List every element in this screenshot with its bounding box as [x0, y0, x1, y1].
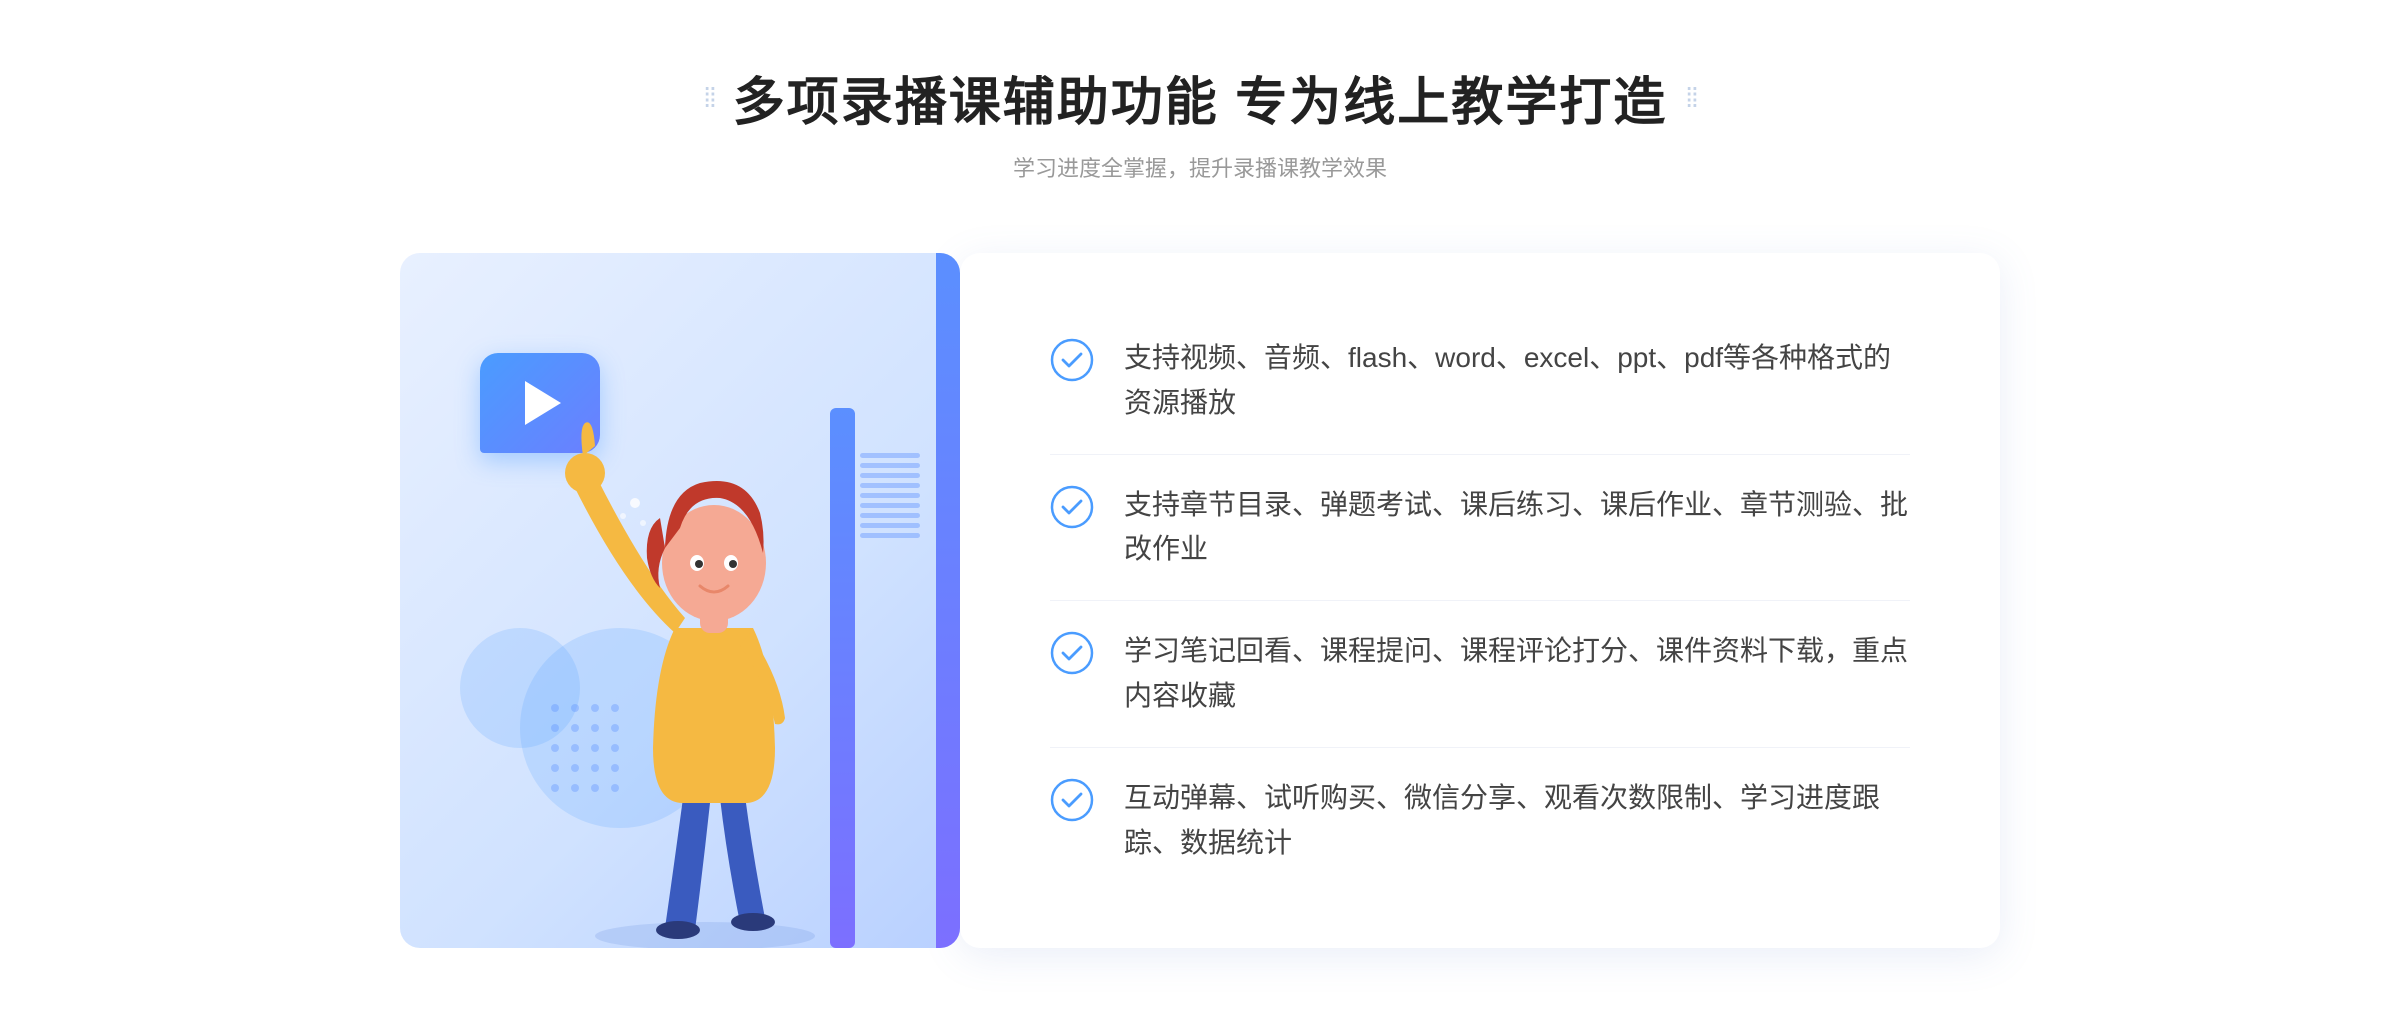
feature-item-1: 支持视频、音频、flash、word、excel、ppt、pdf等各种格式的资源…	[1050, 308, 1910, 455]
page-header: ⁞⁞ 多项录播课辅助功能 专为线上教学打造 ⁞⁞ 学习进度全掌握，提升录播课教学…	[703, 60, 1697, 183]
feature-text-1: 支持视频、音频、flash、word、excel、ppt、pdf等各种格式的资源…	[1124, 336, 1910, 426]
title-deco-left: ⁞⁞	[703, 82, 715, 114]
page-title: 多项录播课辅助功能 专为线上教学打造	[733, 60, 1667, 135]
feature-text-3: 学习笔记回看、课程提问、课程评论打分、课件资料下载，重点内容收藏	[1124, 629, 1910, 719]
blue-bar-deco	[936, 253, 960, 948]
feature-item-3: 学习笔记回看、课程提问、课程评论打分、课件资料下载，重点内容收藏	[1050, 601, 1910, 748]
person-illustration	[535, 408, 855, 948]
figure-container	[460, 368, 930, 948]
title-deco-right: ⁞⁞	[1685, 82, 1697, 114]
left-illustration	[400, 253, 960, 948]
check-icon-4	[1050, 778, 1094, 822]
check-icon-1	[1050, 338, 1094, 382]
right-panel: 支持视频、音频、flash、word、excel、ppt、pdf等各种格式的资源…	[960, 253, 2000, 948]
page-wrapper: ⁞⁞ 多项录播课辅助功能 专为线上教学打造 ⁞⁞ 学习进度全掌握，提升录播课教学…	[0, 0, 2400, 1028]
content-area: »	[400, 253, 2000, 948]
feature-text-4: 互动弹幕、试听购买、微信分享、观看次数限制、学习进度跟踪、数据统计	[1124, 776, 1910, 866]
check-icon-3	[1050, 631, 1094, 675]
title-row: ⁞⁞ 多项录播课辅助功能 专为线上教学打造 ⁞⁞	[703, 60, 1697, 135]
feature-item-2: 支持章节目录、弹题考试、课后练习、课后作业、章节测验、批改作业	[1050, 455, 1910, 602]
page-subtitle: 学习进度全掌握，提升录播课教学效果	[1013, 151, 1387, 183]
check-icon-2	[1050, 485, 1094, 529]
feature-item-4: 互动弹幕、试听购买、微信分享、观看次数限制、学习进度跟踪、数据统计	[1050, 748, 1910, 894]
feature-text-2: 支持章节目录、弹题考试、课后练习、课后作业、章节测验、批改作业	[1124, 483, 1910, 573]
